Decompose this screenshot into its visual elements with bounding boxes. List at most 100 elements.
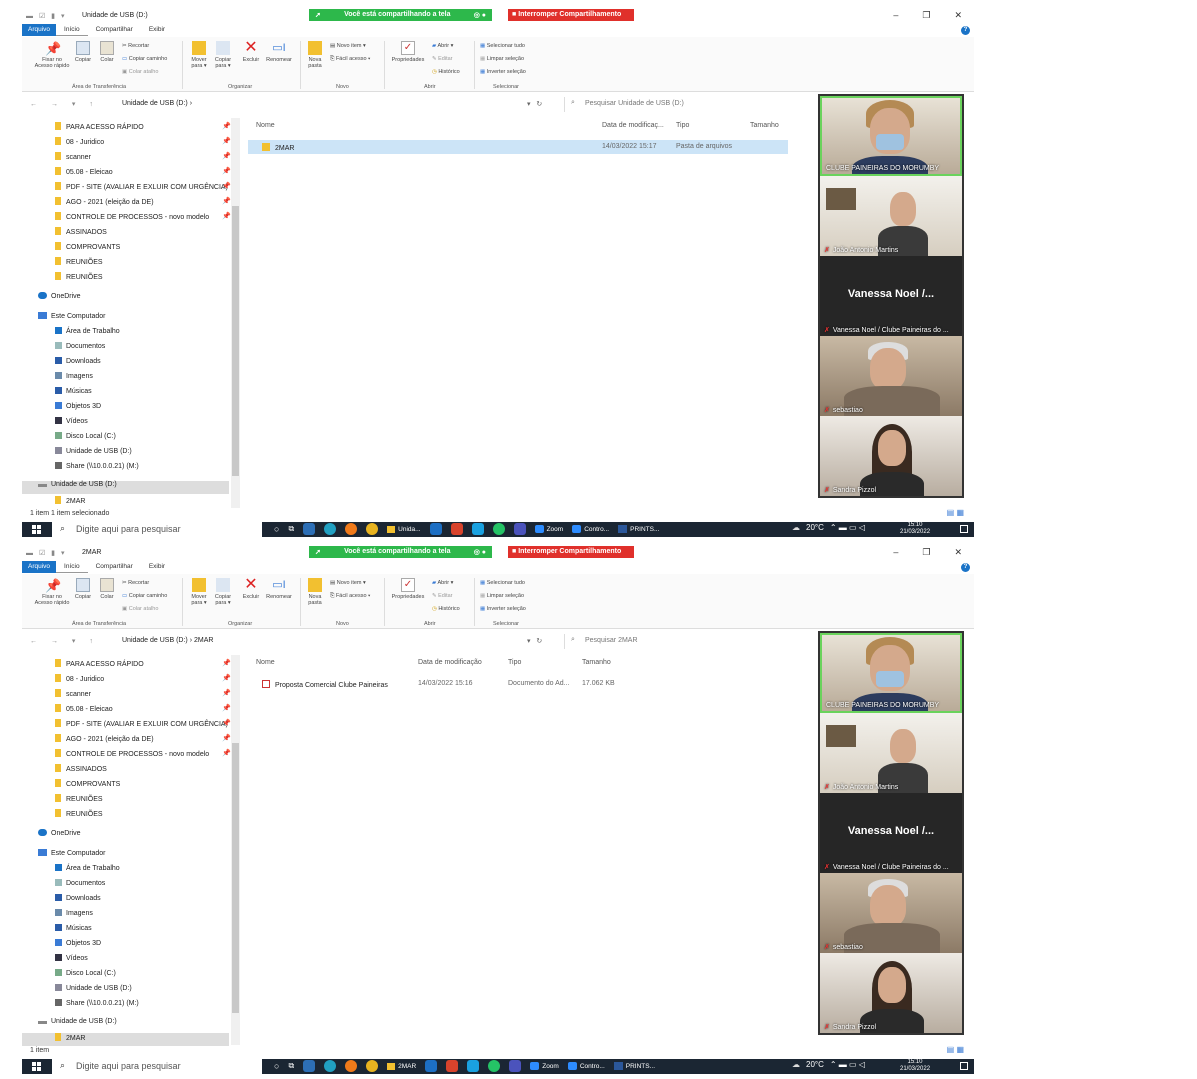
nav-item-onedrive[interactable]: OneDrive <box>38 292 81 305</box>
weather-temp[interactable]: 20°C <box>806 523 824 532</box>
firefox-icon[interactable] <box>345 523 358 535</box>
taskbar-explorer-button[interactable]: 2MAR <box>387 1062 416 1070</box>
tab-compartilhar[interactable]: Compartilhar <box>88 24 141 36</box>
nav-item-quick-access[interactable]: CONTROLE DE PROCESSOS - novo modelo 📌 <box>55 749 231 762</box>
calendar-app-icon[interactable] <box>303 1060 316 1072</box>
paste-button[interactable]: Colar <box>96 41 118 63</box>
column-header-name[interactable]: Nome <box>256 122 275 129</box>
maximize-icon[interactable]: ❐ <box>922 547 930 558</box>
nav-item-quick-access[interactable]: REUNIÕES <box>55 272 103 285</box>
nav-item-pc[interactable]: Documentos <box>55 342 105 355</box>
weather-temp[interactable]: 20°C <box>806 1060 824 1069</box>
taskbar-search[interactable]: ⌕ Digite aqui para pesquisar <box>52 1059 262 1074</box>
nav-item-quick-access[interactable]: 08 - Juridico 📌 <box>55 674 231 687</box>
nav-item-2mar[interactable]: 2MAR <box>55 496 85 509</box>
whatsapp-icon[interactable] <box>492 523 505 535</box>
nav-item-pc[interactable]: Downloads <box>55 357 101 370</box>
copy-to-button[interactable]: Copiar para ▾ <box>212 578 234 606</box>
office-icon[interactable] <box>450 523 463 535</box>
column-header-size[interactable]: Tamanho <box>750 122 779 129</box>
tab-exibir[interactable]: Exibir <box>141 561 173 573</box>
stop-share-button[interactable]: ■ Interromper Compartilhamento <box>508 9 634 21</box>
column-header-size[interactable]: Tamanho <box>582 659 611 666</box>
invert-selection-button[interactable]: ▦ Inverter seleção <box>480 606 526 612</box>
participant-tile[interactable]: Vanessa Noel /... ✗ Vanessa Noel / Clube … <box>820 256 962 336</box>
nav-item-pc[interactable]: Disco Local (C:) <box>55 969 116 982</box>
help-icon[interactable]: ? <box>961 563 970 572</box>
nav-item-this-pc[interactable]: Este Computador <box>38 849 105 862</box>
windows-start-icon[interactable] <box>32 1062 41 1071</box>
address-controls[interactable]: ▾ ↻ <box>527 100 542 108</box>
pin-quick-access-button[interactable]: 📌 Fixar no Acesso rápido <box>32 41 72 69</box>
move-to-button[interactable]: Mover para ▾ <box>188 41 210 69</box>
maximize-icon[interactable]: ❐ <box>922 10 930 21</box>
file-row[interactable]: Proposta Comercial Clube Paineiras 14/03… <box>248 677 628 691</box>
nav-item-quick-access[interactable]: AGO - 2021 (eleição da DE) 📌 <box>55 734 231 747</box>
view-toggle-icon[interactable]: ▤ ▦ <box>947 1045 964 1054</box>
nav-item-quick-access[interactable]: REUNIÕES <box>55 257 103 270</box>
rename-button[interactable]: ▭I Renomear <box>264 578 294 600</box>
task-view-icon[interactable]: ⧉ <box>288 524 294 534</box>
taskbar-zoom-button[interactable]: Zoom <box>530 1062 559 1070</box>
nav-item-quick-access[interactable]: PDF - SITE (AVALIAR E EXLUIR COM URGÊNCI… <box>55 719 231 732</box>
clock[interactable]: 15:10 21/03/2022 <box>900 522 930 536</box>
address-controls[interactable]: ▾ ↻ <box>527 637 542 645</box>
copy-button[interactable]: Copiar <box>72 578 94 600</box>
weather-icon[interactable]: ☁ <box>792 523 800 532</box>
new-folder-button[interactable]: Nova pasta <box>304 578 326 606</box>
nav-item-pc[interactable]: Share (\\10.0.0.21) (M:) <box>55 999 139 1012</box>
nav-item-quick-access[interactable]: ASSINADOS <box>55 764 107 777</box>
breadcrumb[interactable]: Unidade de USB (D:) › <box>122 100 192 107</box>
nav-item-onedrive[interactable]: OneDrive <box>38 829 81 842</box>
tab-arquivo[interactable]: Arquivo <box>22 24 57 36</box>
rename-button[interactable]: ▭I Renomear <box>264 41 294 63</box>
tab-exibir[interactable]: Exibir <box>141 24 173 36</box>
nav-item-quick-access[interactable]: PARA ACESSO RÁPIDO 📌 <box>55 659 231 672</box>
close-icon[interactable]: ✕ <box>954 547 962 558</box>
skype-icon[interactable] <box>471 523 484 535</box>
participant-tile[interactable]: CLUBE PAINEIRAS DO MORUMBY <box>820 633 962 713</box>
chrome-icon[interactable] <box>366 523 379 535</box>
nav-item-quick-access[interactable]: REUNIÕES <box>55 809 103 822</box>
column-header-date[interactable]: Data de modificaç... <box>602 122 664 129</box>
history-button[interactable]: ◷ Histórico <box>432 69 460 75</box>
minimize-icon[interactable]: – <box>893 10 898 21</box>
skype-icon[interactable] <box>467 1060 480 1072</box>
select-none-button[interactable]: ▦ Limpar seleção <box>480 56 524 62</box>
nav-item-quick-access[interactable]: PDF - SITE (AVALIAR E EXLUIR COM URGÊNCI… <box>55 182 231 195</box>
nav-item-quick-access[interactable]: ASSINADOS <box>55 227 107 240</box>
nav-item-quick-access[interactable]: scanner 📌 <box>55 689 231 702</box>
firefox-icon[interactable] <box>345 1060 358 1072</box>
participant-tile[interactable]: ✗ Sandra Pizzol <box>820 416 962 496</box>
select-all-button[interactable]: ▦ Selecionar tudo <box>480 580 525 586</box>
select-none-button[interactable]: ▦ Limpar seleção <box>480 593 524 599</box>
notification-icon[interactable] <box>960 1062 968 1070</box>
nav-item-pc[interactable]: Unidade de USB (D:) <box>55 984 132 997</box>
new-item-button[interactable]: ▤ Novo item ▾ <box>330 43 366 49</box>
nav-item-pc[interactable]: Objetos 3D <box>55 402 101 415</box>
close-icon[interactable]: ✕ <box>954 10 962 21</box>
taskbar-control-button[interactable]: Contro... <box>572 525 609 533</box>
nav-item-pc[interactable]: Área de Trabalho <box>55 327 120 340</box>
nav-item-pc[interactable]: Vídeos <box>55 417 88 430</box>
nav-item-quick-access[interactable]: PARA ACESSO RÁPIDO 📌 <box>55 122 231 135</box>
copy-to-button[interactable]: Copiar para ▾ <box>212 41 234 69</box>
properties-button[interactable]: ✓ Propriedades <box>388 41 428 63</box>
new-folder-button[interactable]: Nova pasta <box>304 41 326 69</box>
cut-button[interactable]: ✂ Recortar <box>122 580 149 586</box>
tab-inicio[interactable]: Início <box>56 24 88 36</box>
pin-quick-access-button[interactable]: 📌 Fixar no Acesso rápido <box>32 578 72 606</box>
select-all-button[interactable]: ▦ Selecionar tudo <box>480 43 525 49</box>
delete-button[interactable]: ✕ Excluir <box>240 40 262 64</box>
tab-inicio[interactable]: Início <box>56 561 88 573</box>
view-toggle-icon[interactable]: ▤ ▦ <box>947 508 964 517</box>
properties-button[interactable]: ✓ Propriedades <box>388 578 428 600</box>
breadcrumb[interactable]: Unidade de USB (D:) › 2MAR <box>122 637 213 644</box>
column-header-date[interactable]: Data de modificação <box>418 659 482 666</box>
copy-button[interactable]: Copiar <box>72 41 94 63</box>
nav-item-pc[interactable]: Documentos <box>55 879 105 892</box>
move-to-button[interactable]: Mover para ▾ <box>188 578 210 606</box>
nav-scrollbar[interactable] <box>231 655 240 1045</box>
edit-button[interactable]: ✎ Editar <box>432 56 453 62</box>
participant-tile[interactable]: ✗ João Antonio Martins <box>820 713 962 793</box>
